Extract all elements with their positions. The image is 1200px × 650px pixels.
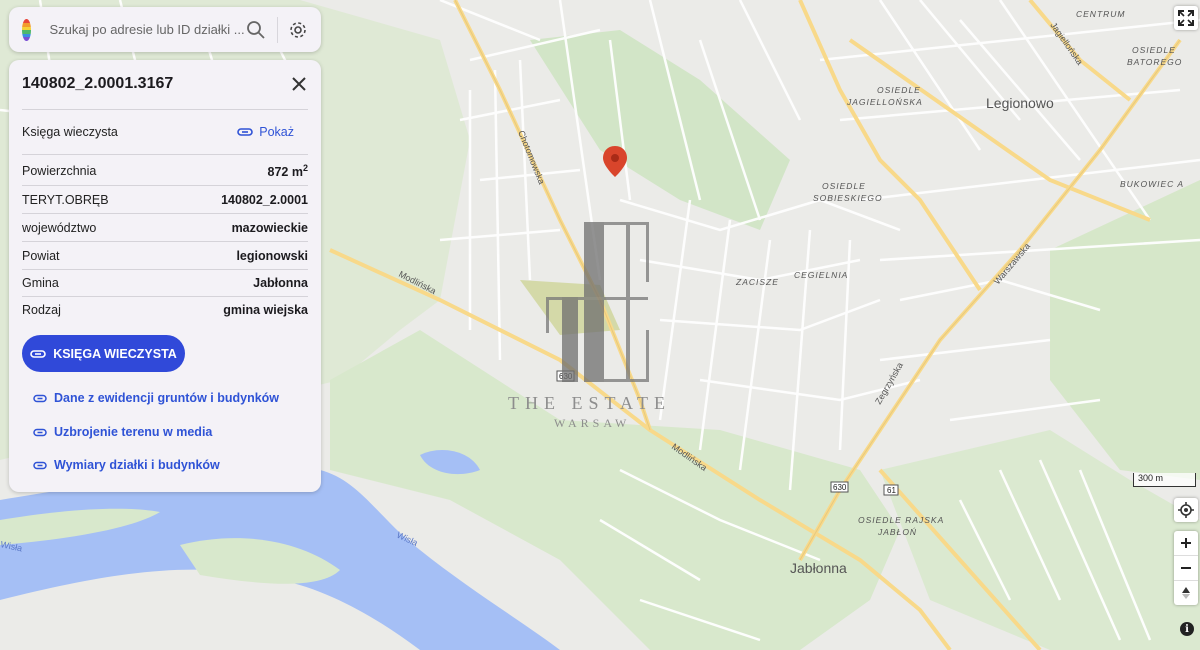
divider bbox=[22, 185, 308, 186]
search-bar[interactable]: Szukaj po adresie lub ID działki ... bbox=[9, 7, 321, 52]
fullscreen-icon bbox=[1178, 10, 1194, 26]
compass-button[interactable] bbox=[1174, 581, 1198, 605]
link-icon bbox=[33, 394, 47, 402]
detail-value: mazowieckie bbox=[231, 221, 308, 235]
link-dimensions[interactable]: Wymiary działki i budynków bbox=[33, 458, 220, 472]
label-centrum: CENTRUM bbox=[1076, 9, 1126, 19]
label-osiedle-batorego: OSIEDLE bbox=[1132, 45, 1176, 55]
zoom-out-button[interactable] bbox=[1174, 556, 1198, 581]
label-osiedle-jagiellonska: OSIEDLE bbox=[877, 85, 921, 95]
minus-icon bbox=[1181, 567, 1191, 569]
detail-row: Powiat legionowski bbox=[22, 247, 308, 265]
close-icon[interactable] bbox=[289, 74, 309, 94]
link-label: Wymiary działki i budynków bbox=[54, 458, 220, 472]
label-osiedle-jagiellonska-2: JAGIELLOŃSKA bbox=[846, 97, 923, 107]
road-badge-61: 61 bbox=[887, 486, 896, 495]
detail-label: województwo bbox=[22, 221, 97, 235]
search-icon[interactable] bbox=[245, 19, 267, 41]
road-badge-630-south: 630 bbox=[833, 483, 847, 492]
plus-icon bbox=[1181, 538, 1191, 548]
detail-value: Jabłonna bbox=[253, 276, 308, 290]
locate-me-button[interactable] bbox=[1174, 498, 1198, 522]
parcel-id-title: 140802_2.0001.3167 bbox=[22, 75, 174, 92]
watermark-subtext: WARSAW bbox=[554, 416, 631, 430]
link-icon bbox=[30, 349, 46, 358]
link-icon bbox=[33, 461, 47, 469]
parcel-info-panel: 140802_2.0001.3167 Księga wieczysta Poka… bbox=[9, 60, 321, 492]
zoom-controls bbox=[1174, 531, 1198, 605]
detail-label: Gmina bbox=[22, 276, 59, 290]
info-icon[interactable]: i bbox=[1180, 622, 1194, 636]
divider bbox=[22, 109, 308, 110]
link-land-registry-data[interactable]: Dane z ewidencji gruntów i budynków bbox=[33, 391, 279, 405]
detail-row: TERYT.OBRĘB 140802_2.0001 bbox=[22, 191, 308, 209]
detail-label: Rodzaj bbox=[22, 303, 61, 317]
crosshair-icon bbox=[1178, 502, 1194, 518]
link-label: Dane z ewidencji gruntów i budynków bbox=[54, 391, 280, 405]
label-legionowo: Legionowo bbox=[986, 95, 1054, 111]
divider bbox=[22, 241, 308, 242]
fullscreen-button[interactable] bbox=[1174, 6, 1198, 30]
detail-value: 872 m2 bbox=[268, 163, 308, 179]
gear-icon[interactable] bbox=[287, 19, 309, 41]
detail-value: gmina wiejska bbox=[223, 303, 308, 317]
link-label: Uzbrojenie terenu w media bbox=[54, 425, 213, 439]
detail-label: Powierzchnia bbox=[22, 164, 97, 178]
detail-row: Gmina Jabłonna bbox=[22, 274, 308, 292]
ksiega-row: Księga wieczysta Pokaż bbox=[22, 122, 308, 142]
detail-label: Powiat bbox=[22, 249, 60, 263]
detail-value: 140802_2.0001 bbox=[221, 193, 308, 207]
label-osiedle-sobieskiego: OSIEDLE bbox=[822, 181, 866, 191]
divider bbox=[22, 154, 308, 155]
link-icon bbox=[237, 128, 254, 136]
label-osiedle-batorego-2: BATOREGO bbox=[1127, 57, 1182, 67]
label-cegielnia: CEGIELNIA bbox=[794, 270, 848, 280]
search-input[interactable]: Szukaj po adresie lub ID działki ... bbox=[50, 22, 245, 37]
area-value: 872 m bbox=[267, 165, 303, 180]
ksiega-show-label: Pokaż bbox=[259, 125, 294, 139]
detail-row: Powierzchnia 872 m2 bbox=[22, 160, 308, 182]
map-scale: 300 m bbox=[1133, 473, 1196, 487]
divider bbox=[22, 213, 308, 214]
detail-row: województwo mazowieckie bbox=[22, 219, 308, 237]
ksiega-wieczysta-button[interactable]: KSIĘGA WIECZYSTA bbox=[22, 335, 185, 372]
label-zacisze: ZACISZE bbox=[735, 277, 779, 287]
link-utilities[interactable]: Uzbrojenie terenu w media bbox=[33, 425, 212, 439]
watermark-text: THE ESTATE bbox=[508, 393, 672, 413]
divider bbox=[22, 296, 308, 297]
label-bukowiec: BUKOWIEC A bbox=[1120, 179, 1184, 189]
zoom-in-button[interactable] bbox=[1174, 531, 1198, 556]
compass-icon bbox=[1182, 587, 1190, 599]
app-logo-icon[interactable] bbox=[22, 18, 31, 41]
divider bbox=[22, 269, 308, 270]
detail-label: TERYT.OBRĘB bbox=[22, 193, 109, 207]
detail-value: legionowski bbox=[236, 249, 308, 263]
label-jablonna: Jabłonna bbox=[790, 560, 847, 576]
ksiega-label: Księga wieczysta bbox=[22, 125, 118, 139]
label-osiedle-rajska: OSIEDLE RAJSKA bbox=[858, 515, 944, 525]
detail-row: Rodzaj gmina wiejska bbox=[22, 301, 308, 319]
label-osiedle-sobieskiego-2: SOBIESKIEGO bbox=[813, 193, 883, 203]
ksiega-show-link[interactable]: Pokaż bbox=[237, 125, 294, 139]
label-jablon: JABŁOŃ bbox=[877, 527, 917, 537]
link-icon bbox=[33, 428, 47, 436]
area-unit-sup: 2 bbox=[302, 162, 308, 173]
ksiega-wieczysta-button-label: KSIĘGA WIECZYSTA bbox=[53, 346, 177, 361]
